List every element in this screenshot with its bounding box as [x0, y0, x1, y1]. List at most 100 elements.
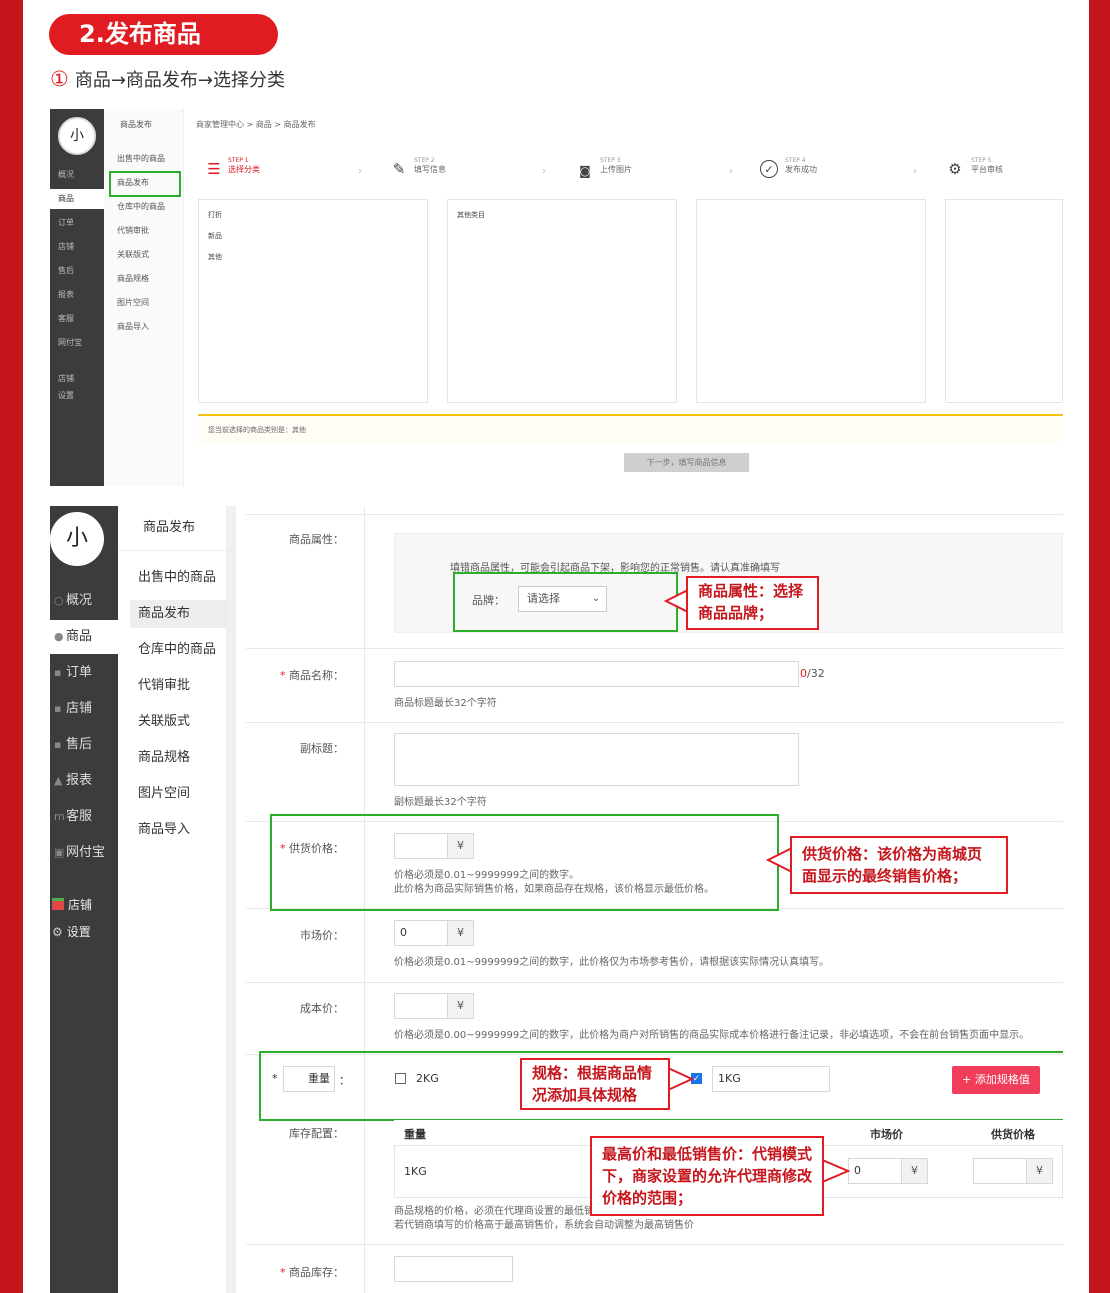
- name-hint: 商品标题最长32个字符: [394, 698, 497, 709]
- subnav-item[interactable]: 仓库中的商品: [138, 640, 216, 660]
- step-1: STEP 1 选择分类: [228, 157, 260, 174]
- shot1-subnav-item[interactable]: 关联版式: [117, 248, 149, 262]
- category-item[interactable]: 新品: [208, 226, 222, 247]
- edit-icon: ✎: [392, 160, 406, 178]
- shot1-subnav-item[interactable]: 商品规格: [117, 272, 149, 286]
- subtitle-textarea[interactable]: [394, 733, 799, 786]
- subnav-item-active[interactable]: 商品发布: [138, 604, 190, 624]
- shot1-subnav-item[interactable]: 代销审批: [117, 224, 149, 238]
- inventory-input[interactable]: [394, 1256, 513, 1282]
- shot1-nav-service[interactable]: 客服: [50, 309, 104, 329]
- spec-callout: 规格：根据商品情况添加具体规格: [520, 1058, 670, 1110]
- shot1-nav-goods[interactable]: 商品: [50, 189, 104, 209]
- stock-row-spec: 1KG: [404, 1165, 427, 1178]
- nav-settings[interactable]: ⚙ 设置: [52, 922, 91, 942]
- cost-hint: 价格必须是0.00~9999999之间的数字，此价格为商户对所销售的商品实际成本…: [394, 1030, 1030, 1041]
- price-range-callout: 最高价和最低销售价：代销模式下，商家设置的允许代理商修改价格的范围；: [590, 1136, 824, 1216]
- subnav-item[interactable]: 商品规格: [138, 748, 190, 768]
- category-item[interactable]: 其他: [208, 247, 222, 268]
- goods-icon: ●: [54, 630, 64, 643]
- market-hint: 价格必须是0.01~9999999之间的数字，此价格仅为市场参考售价，请根据该实…: [394, 957, 830, 968]
- step-arrow-icon: ›: [729, 166, 733, 177]
- check-circle-icon: ✓: [760, 160, 778, 178]
- name-counter: 0/32: [800, 667, 825, 680]
- step-arrow-icon: ›: [542, 166, 546, 177]
- nav-shop[interactable]: ▪ 店铺: [50, 692, 118, 726]
- nav-store[interactable]: 店铺: [52, 895, 92, 915]
- stock-hint-2: 若代销商填写的价格高于最高销售价，系统会自动调整为最高销售价: [394, 1220, 694, 1231]
- stock-col-weight: 重量: [404, 1128, 426, 1141]
- after-sale-icon: ▪: [54, 738, 62, 751]
- shop-icon: ▪: [54, 702, 62, 715]
- cost-price-input[interactable]: [394, 993, 448, 1019]
- shot1-nav-settings[interactable]: 设置: [50, 386, 104, 406]
- shot1-subnav-item[interactable]: 图片空间: [117, 296, 149, 310]
- shot2-logo: 小: [50, 512, 104, 566]
- category-column-4: [945, 199, 1063, 403]
- shot1-subnav-title: 商品发布: [120, 120, 152, 129]
- category-column-3: [696, 199, 926, 403]
- subnav-item[interactable]: 商品导入: [138, 820, 190, 840]
- gear-icon: ⚙: [52, 925, 63, 939]
- shot1-nav-overview[interactable]: 概况: [50, 165, 104, 185]
- cost-label: 成本价：: [300, 1002, 344, 1015]
- shot1-subnav-item[interactable]: 商品导入: [117, 320, 149, 334]
- nav-goods[interactable]: ● 商品: [50, 620, 118, 654]
- shot1-nav-shop[interactable]: 店铺: [50, 237, 104, 257]
- subnav-item[interactable]: 代销审批: [138, 676, 190, 696]
- shot1-subnav-item[interactable]: 仓库中的商品: [117, 200, 165, 214]
- nav-orders[interactable]: ▪ 订单: [50, 656, 118, 690]
- name-label: * 商品名称：: [280, 669, 344, 682]
- brand-highlight-box: [453, 572, 678, 632]
- stock-col-market: 市场价: [870, 1128, 903, 1141]
- clipboard-icon: ☰: [207, 160, 221, 178]
- subnav-item[interactable]: 关联版式: [138, 712, 190, 732]
- camera-icon: ◙: [579, 164, 591, 178]
- shot1-nav-orders[interactable]: 订单: [50, 213, 104, 233]
- category-item[interactable]: 打折: [208, 205, 222, 226]
- nav-overview[interactable]: ○ 概况: [50, 584, 118, 618]
- next-step-button[interactable]: 下一步，填写商品信息: [624, 453, 749, 472]
- nav-service[interactable]: m 客服: [50, 800, 118, 834]
- yen-icon: ¥: [448, 920, 474, 946]
- stock-market-input[interactable]: 0: [848, 1158, 902, 1184]
- name-input[interactable]: [394, 661, 799, 687]
- stock-supply-input[interactable]: [973, 1158, 1027, 1184]
- row-divider: [246, 648, 1063, 649]
- row-divider: [246, 982, 1063, 983]
- nav-aftersale[interactable]: ▪ 售后: [50, 728, 118, 762]
- step-5: STEP 5 平台审核: [971, 157, 1003, 174]
- step-path-text: 商品→商品发布→选择分类: [74, 70, 285, 91]
- shot2-subnav-title: 商品发布: [143, 520, 196, 535]
- service-icon: m: [54, 810, 65, 823]
- store-icon: [52, 898, 64, 910]
- shot1-nav-wallet[interactable]: 网付宝: [50, 333, 104, 353]
- subnav-divider: [118, 550, 236, 551]
- step-arrow-icon: ›: [358, 166, 362, 177]
- shot1-nav-report[interactable]: 报表: [50, 285, 104, 305]
- left-red-border: [0, 0, 23, 1293]
- shot1-nav-aftersale[interactable]: 售后: [50, 261, 104, 281]
- step-path-heading: ① 商品→商品发布→选择分类: [50, 66, 285, 94]
- order-icon: ▪: [54, 666, 62, 679]
- category-column-2: [447, 199, 677, 403]
- subtitle-hint: 副标题最长32个字符: [394, 797, 487, 808]
- subnav-item[interactable]: 图片空间: [138, 784, 190, 804]
- shot1-subnav-item[interactable]: 出售中的商品: [117, 152, 165, 166]
- step-3: STEP 3 上传图片: [600, 157, 632, 174]
- brand-callout: 商品属性：选择商品品牌；: [686, 576, 819, 630]
- nav-report[interactable]: ▲ 报表: [50, 764, 118, 798]
- market-price-input[interactable]: 0: [394, 920, 448, 946]
- report-icon: ▲: [54, 774, 63, 787]
- supply-callout: 供货价格：该价格为商城页面显示的最终销售价格；: [790, 836, 1008, 894]
- subtitle-label: 副标题：: [300, 742, 344, 755]
- shot1-logo: 小: [58, 117, 96, 155]
- nav-wallet[interactable]: ▣ 网付宝: [50, 836, 118, 870]
- shot1-breadcrumb: 商家管理中心 > 商品 > 商品发布: [196, 120, 316, 129]
- category-item[interactable]: 其他类目: [457, 205, 485, 226]
- subnav-item[interactable]: 出售中的商品: [138, 568, 216, 588]
- inventory-label: * 商品库存：: [280, 1266, 344, 1279]
- wallet-icon: ▣: [54, 846, 65, 859]
- step-4: STEP 4 发布成功: [785, 157, 817, 174]
- spec-callout-tail: [666, 1066, 695, 1092]
